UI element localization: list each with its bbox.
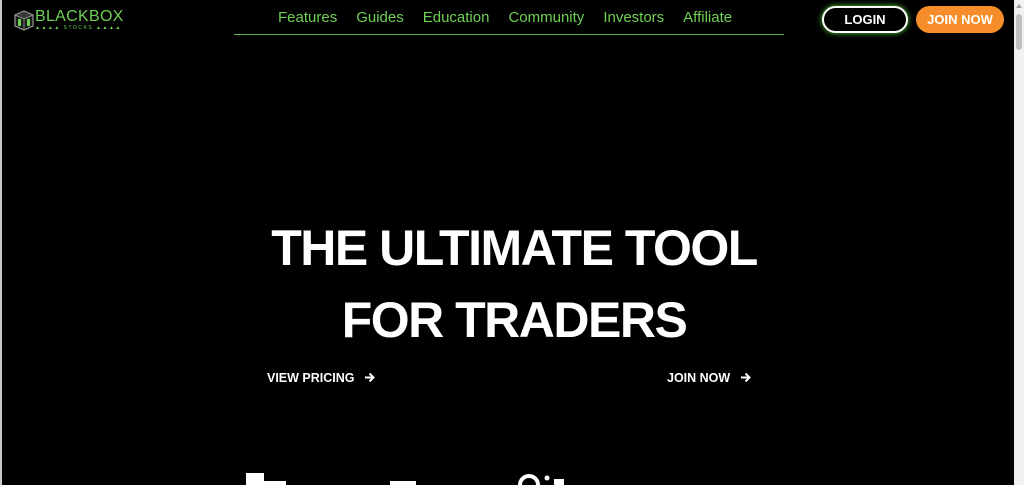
partner-logo-3-dot <box>544 475 550 481</box>
nav-item-features[interactable]: Features <box>278 9 337 27</box>
nav-item-affiliate[interactable]: Affiliate <box>683 9 732 27</box>
partner-logo-3 <box>518 474 540 485</box>
blackbox-logo[interactable]: BLACKBOX ▲▲▲▲ STOCKS ▲▲▲▲ <box>13 7 133 33</box>
nav-list: Features Guides Education Community Inve… <box>278 9 751 27</box>
main-nav: Features Guides Education Community Inve… <box>234 8 784 35</box>
page: BLACKBOX ▲▲▲▲ STOCKS ▲▲▲▲ Features Guide… <box>0 0 1024 485</box>
login-button[interactable]: LOGIN <box>822 6 908 33</box>
view-pricing-link[interactable]: VIEW PRICING <box>267 371 375 386</box>
cube-logo-icon <box>14 10 34 31</box>
partner-logos-strip <box>246 473 564 485</box>
nav-item-investors[interactable]: Investors <box>603 9 664 27</box>
logo-subtext: ▲▲▲▲ STOCKS ▲▲▲▲ <box>35 25 122 31</box>
hero-join-now-link[interactable]: JOIN NOW <box>667 371 751 386</box>
logo-text: BLACKBOX <box>35 8 124 25</box>
nav-item-guides[interactable]: Guides <box>356 9 404 27</box>
arrow-right-icon <box>365 372 375 383</box>
nav-item-education[interactable]: Education <box>423 9 490 27</box>
scroll-thumb[interactable] <box>1016 14 1022 50</box>
partner-logo-1-base <box>246 481 286 485</box>
view-pricing-label: VIEW PRICING <box>267 371 355 385</box>
arrow-right-icon <box>740 372 751 383</box>
hero-title-line-2: FOR TRADERS <box>341 292 688 348</box>
nav-item-community[interactable]: Community <box>508 9 584 27</box>
hero-title: THE ULTIMATE TOOL FOR TRADERS <box>2 212 1024 356</box>
hero-join-now-label: JOIN NOW <box>667 371 731 385</box>
vertical-scrollbar[interactable] <box>1014 0 1024 485</box>
partner-logo-3-bar <box>554 479 564 485</box>
hero-title-line-1: THE ULTIMATE TOOL <box>271 220 758 276</box>
partner-logo-2 <box>390 481 416 485</box>
scroll-up-arrow-icon[interactable] <box>1016 4 1022 8</box>
join-now-button[interactable]: JOIN NOW <box>916 6 1004 33</box>
